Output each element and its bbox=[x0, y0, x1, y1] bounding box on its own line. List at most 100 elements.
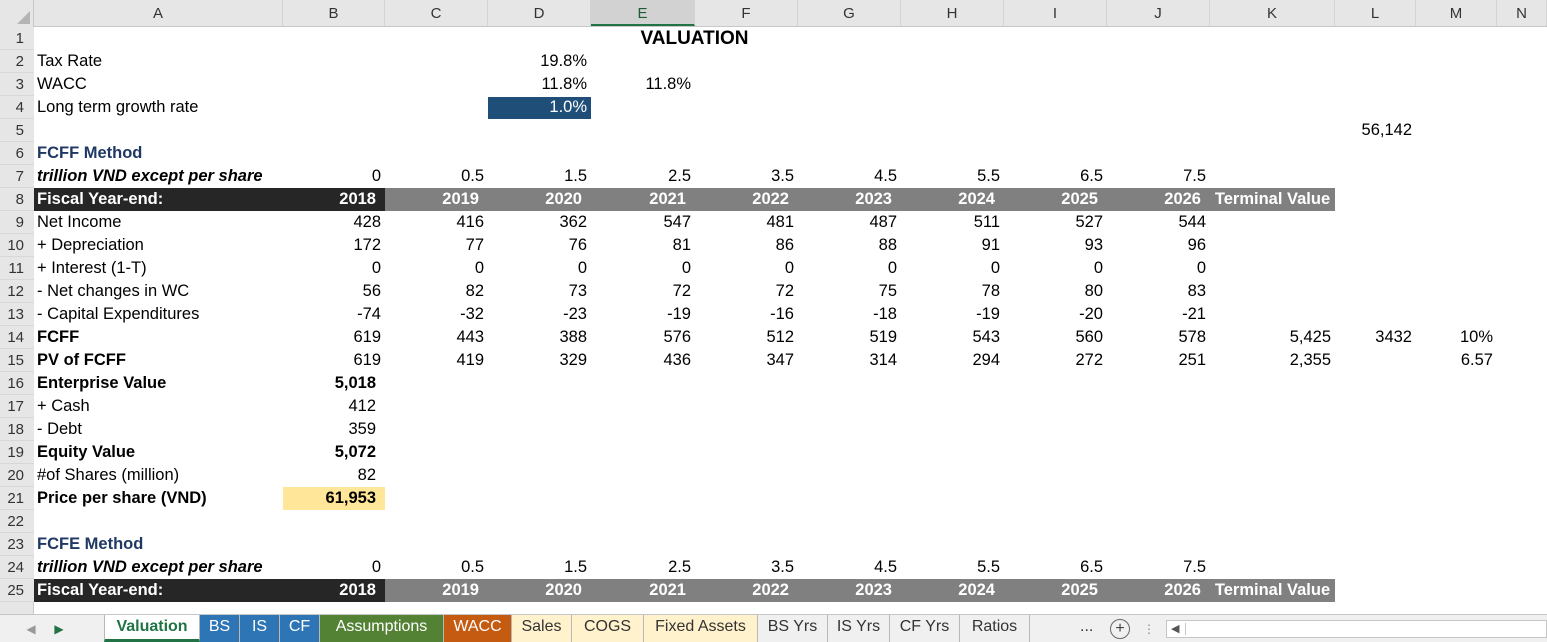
wacc-label: WACC bbox=[37, 75, 87, 93]
fcff-line-value: 0 bbox=[474, 259, 484, 277]
sheet-tab-bs[interactable]: BS bbox=[200, 615, 240, 642]
fcff-line-value: -19 bbox=[976, 305, 1000, 323]
row-header-14[interactable]: 14 bbox=[0, 326, 34, 349]
growth-value[interactable]: 1.0% bbox=[488, 96, 591, 119]
sheet-tab-cf-yrs[interactable]: CF Yrs bbox=[890, 615, 960, 642]
column-header-h[interactable]: H bbox=[901, 0, 1004, 26]
row-header-19[interactable]: 19 bbox=[0, 441, 34, 464]
fcff-line-label: + Depreciation bbox=[37, 236, 144, 254]
row-header-7[interactable]: 7 bbox=[0, 165, 34, 188]
sheet-tab-assumptions[interactable]: Assumptions bbox=[320, 615, 444, 642]
summary-value: 359 bbox=[348, 420, 376, 438]
row-header-10[interactable]: 10 bbox=[0, 234, 34, 257]
row-header-12[interactable]: 12 bbox=[0, 280, 34, 303]
tax-rate-label: Tax Rate bbox=[37, 52, 103, 70]
column-header-j[interactable]: J bbox=[1107, 0, 1210, 26]
column-header-d[interactable]: D bbox=[488, 0, 591, 26]
fcfe-heading: FCFE Method bbox=[37, 535, 144, 553]
row-header-23[interactable]: 23 bbox=[0, 533, 34, 556]
sheet-tab-sales[interactable]: Sales bbox=[512, 615, 572, 642]
more-sheets-button[interactable]: ... bbox=[1076, 615, 1098, 642]
sheet-tab-is-yrs[interactable]: IS Yrs bbox=[828, 615, 890, 642]
next-sheet-icon[interactable]: ▶ bbox=[50, 619, 68, 639]
fcff-line-value: 436 bbox=[663, 351, 691, 369]
sheet-tab-wacc[interactable]: WACC bbox=[444, 615, 512, 642]
fcff-period: 7.5 bbox=[1183, 167, 1206, 185]
fcfe-period: 0.5 bbox=[461, 558, 484, 576]
row-header-8[interactable]: 8 bbox=[0, 188, 34, 211]
fcff-line-label: FCFF bbox=[37, 328, 80, 346]
sheet-tab-ratios[interactable]: Ratios bbox=[960, 615, 1030, 642]
row-header-25[interactable]: 25 bbox=[0, 579, 34, 602]
summary-value: 412 bbox=[348, 397, 376, 415]
scrollbar-thumb[interactable] bbox=[1185, 623, 1545, 635]
fcff-year-header: 2023 bbox=[855, 190, 892, 208]
row-header-20[interactable]: 20 bbox=[0, 464, 34, 487]
fcff-line-value: 82 bbox=[465, 282, 484, 300]
column-header-b[interactable]: B bbox=[283, 0, 385, 26]
select-all-corner[interactable] bbox=[0, 0, 34, 27]
add-sheet-icon[interactable]: + bbox=[1110, 619, 1130, 639]
row-header-5[interactable]: 5 bbox=[0, 119, 34, 142]
row-header-16[interactable]: 16 bbox=[0, 372, 34, 395]
fcff-line-label: Net Income bbox=[37, 213, 122, 231]
row-header-3[interactable]: 3 bbox=[0, 73, 34, 96]
column-header-bar: ABCDEFGHIJKLMN bbox=[0, 0, 1547, 27]
fcff-line-value: -23 bbox=[563, 305, 587, 323]
fcfe-year-header: 2023 bbox=[855, 581, 892, 599]
fcff-line-value: 619 bbox=[353, 351, 381, 369]
row-header-9[interactable]: 9 bbox=[0, 211, 34, 234]
column-header-c[interactable]: C bbox=[385, 0, 488, 26]
fcff-line-value: -18 bbox=[873, 305, 897, 323]
fcff-line-value: 0 bbox=[990, 259, 1000, 277]
fcff-terminal-header: Terminal Value bbox=[1214, 190, 1331, 208]
fcff-line-value: 547 bbox=[663, 213, 691, 231]
column-header-n[interactable]: N bbox=[1497, 0, 1547, 26]
sheet-tab-valuation[interactable]: Valuation bbox=[104, 615, 200, 642]
fcff-line-label: - Capital Expenditures bbox=[37, 305, 200, 323]
row-header-2[interactable]: 2 bbox=[0, 50, 34, 73]
row-header-1[interactable]: 1 bbox=[0, 27, 34, 50]
column-header-a[interactable]: A bbox=[34, 0, 283, 26]
sheet-tab-cf[interactable]: CF bbox=[280, 615, 320, 642]
row-header-21[interactable]: 21 bbox=[0, 487, 34, 510]
horizontal-scrollbar[interactable]: ◀ bbox=[1166, 620, 1547, 638]
prev-sheet-icon[interactable]: ◀ bbox=[22, 619, 40, 639]
row-header-22[interactable]: 22 bbox=[0, 510, 34, 533]
fcfe-year-header: 2026 bbox=[1164, 581, 1201, 599]
fcff-line-value: 0 bbox=[371, 259, 381, 277]
scroll-left-icon[interactable]: ◀ bbox=[1171, 621, 1179, 637]
fcfe-year-header: 2018 bbox=[339, 581, 376, 599]
column-header-k[interactable]: K bbox=[1210, 0, 1335, 26]
fcff-line-value: 512 bbox=[766, 328, 794, 346]
fcfe-header-label: Fiscal Year-end: bbox=[37, 581, 164, 599]
row-header-17[interactable]: 17 bbox=[0, 395, 34, 418]
m-column-cell: 6.57 bbox=[1460, 351, 1493, 369]
sheet-tab-is[interactable]: IS bbox=[240, 615, 280, 642]
row-header-24[interactable]: 24 bbox=[0, 556, 34, 579]
fcff-period: 1.5 bbox=[564, 167, 587, 185]
row-header-4[interactable]: 4 bbox=[0, 96, 34, 119]
summary-value: 82 bbox=[357, 466, 376, 484]
fcff-line-value: -32 bbox=[460, 305, 484, 323]
column-header-l[interactable]: L bbox=[1335, 0, 1416, 26]
sheet-tab-fixed-assets[interactable]: Fixed Assets bbox=[644, 615, 758, 642]
column-header-m[interactable]: M bbox=[1416, 0, 1497, 26]
fcff-line-value: 560 bbox=[1075, 328, 1103, 346]
column-header-f[interactable]: F bbox=[695, 0, 798, 26]
column-header-i[interactable]: I bbox=[1004, 0, 1107, 26]
row-header-6[interactable]: 6 bbox=[0, 142, 34, 165]
row-header-15[interactable]: 15 bbox=[0, 349, 34, 372]
column-header-e[interactable]: E bbox=[591, 0, 695, 26]
row-header-18[interactable]: 18 bbox=[0, 418, 34, 441]
options-icon[interactable]: ⋮ bbox=[1140, 619, 1158, 639]
sheet-tab-cogs[interactable]: COGS bbox=[572, 615, 644, 642]
fcff-period: 4.5 bbox=[874, 167, 897, 185]
row-header-13[interactable]: 13 bbox=[0, 303, 34, 326]
fcff-line-value: 0 bbox=[887, 259, 897, 277]
row-header-11[interactable]: 11 bbox=[0, 257, 34, 280]
summary-label: Enterprise Value bbox=[37, 374, 167, 392]
column-header-g[interactable]: G bbox=[798, 0, 901, 26]
sheet-tab-bs-yrs[interactable]: BS Yrs bbox=[758, 615, 828, 642]
fcff-line-value: 527 bbox=[1075, 213, 1103, 231]
